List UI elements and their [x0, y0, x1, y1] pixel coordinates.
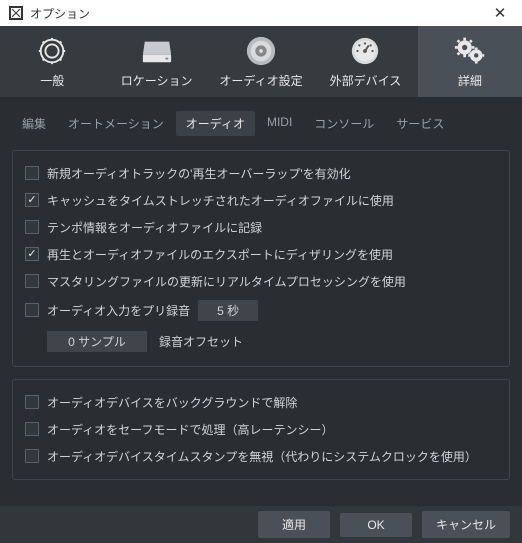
prerecord-row: オーディオ入力をプリ録音 5 秒 [25, 300, 497, 321]
tab-midi[interactable]: MIDI [257, 111, 302, 136]
checkbox-label: オーディオをセーフモードで処理（高レーテンシー） [47, 421, 333, 438]
button-bar: 適用 OK キャンセル [0, 506, 522, 543]
category-toolbar: 一般 ロケーション オーディオ設定 外部デバイス 詳細 [0, 26, 522, 97]
close-icon[interactable]: ✕ [486, 4, 514, 22]
drive-icon [141, 35, 173, 67]
titlebar: オプション ✕ [0, 0, 522, 26]
option-row: テンポ情報をオーディオファイルに記録 [25, 219, 497, 236]
category-location[interactable]: ロケーション [104, 26, 208, 97]
cancel-button[interactable]: キャンセル [422, 511, 510, 538]
gears-icon [454, 35, 486, 67]
checkbox-realtime-mastering[interactable] [25, 274, 39, 288]
prerecord-label: オーディオ入力をプリ録音 [47, 302, 190, 319]
checkbox-label: 再生とオーディオファイルのエクスポートにディザリングを使用 [47, 246, 393, 263]
checkbox-label: マスタリングファイルの更新にリアルタイムプロセッシングを使用 [47, 273, 406, 290]
apply-button[interactable]: 適用 [258, 511, 330, 538]
app-icon [8, 5, 24, 21]
options-window: オプション ✕ 一般 ロケーション オーディオ設定 外部デバイス [0, 0, 522, 543]
device-options-group: オーディオデバイスをバックグラウンドで解除 オーディオをセーフモードで処理（高レ… [12, 379, 510, 480]
checkbox-release-background[interactable] [25, 395, 39, 409]
checkbox-label: キャッシュをタイムストレッチされたオーディオファイルに使用 [47, 192, 394, 209]
content-area: 編集 オートメーション オーディオ MIDI コンソール サービス 新規オーディ… [0, 97, 522, 506]
checkbox-prerecord[interactable] [25, 303, 39, 317]
audio-options-group: 新規オーディオトラックの'再生オーバーラップ'を有効化 キャッシュをタイムストレ… [12, 150, 510, 367]
tab-service[interactable]: サービス [386, 111, 454, 136]
tab-bar: 編集 オートメーション オーディオ MIDI コンソール サービス [12, 111, 510, 136]
category-general[interactable]: 一般 [0, 26, 104, 97]
checkbox-label: 新規オーディオトラックの'再生オーバーラップ'を有効化 [47, 165, 351, 182]
gear-icon [36, 35, 68, 67]
checkbox-dithering[interactable] [25, 247, 39, 261]
category-audio[interactable]: オーディオ設定 [209, 26, 313, 97]
category-label: オーディオ設定 [219, 72, 302, 89]
checkbox-cache-stretch[interactable] [25, 193, 39, 207]
option-row: 新規オーディオトラックの'再生オーバーラップ'を有効化 [25, 165, 497, 182]
tab-audio[interactable]: オーディオ [176, 111, 255, 136]
checkbox-label: オーディオデバイスをバックグラウンドで解除 [47, 394, 297, 411]
window-title: オプション [30, 5, 486, 22]
checkbox-overlap[interactable] [25, 166, 39, 180]
category-label: 詳細 [458, 72, 482, 89]
category-advanced[interactable]: 詳細 [418, 26, 522, 97]
option-row: オーディオデバイスタイムスタンプを無視（代わりにシステムクロックを使用） [25, 448, 497, 465]
prerecord-value[interactable]: 5 秒 [198, 300, 258, 321]
category-label: 一般 [40, 72, 64, 89]
tab-console[interactable]: コンソール [304, 111, 384, 136]
offset-label: 録音オフセット [159, 333, 243, 350]
option-row: オーディオをセーフモードで処理（高レーテンシー） [25, 421, 497, 438]
checkbox-ignore-timestamp[interactable] [25, 449, 39, 463]
gauge-icon [349, 35, 381, 67]
speaker-icon [245, 35, 277, 67]
tab-automation[interactable]: オートメーション [58, 111, 174, 136]
category-external[interactable]: 外部デバイス [313, 26, 417, 97]
category-label: ロケーション [121, 72, 193, 89]
option-row: マスタリングファイルの更新にリアルタイムプロセッシングを使用 [25, 273, 497, 290]
checkbox-label: オーディオデバイスタイムスタンプを無視（代わりにシステムクロックを使用） [47, 448, 477, 465]
category-label: 外部デバイス [330, 72, 402, 89]
tab-edit[interactable]: 編集 [12, 111, 56, 136]
offset-row: 0 サンプル 録音オフセット [25, 331, 497, 352]
option-row: オーディオデバイスをバックグラウンドで解除 [25, 394, 497, 411]
checkbox-safemode[interactable] [25, 422, 39, 436]
option-row: 再生とオーディオファイルのエクスポートにディザリングを使用 [25, 246, 497, 263]
checkbox-tempo-info[interactable] [25, 220, 39, 234]
offset-value[interactable]: 0 サンプル [47, 331, 147, 352]
option-row: キャッシュをタイムストレッチされたオーディオファイルに使用 [25, 192, 497, 209]
ok-button[interactable]: OK [340, 513, 412, 537]
checkbox-label: テンポ情報をオーディオファイルに記録 [47, 219, 262, 236]
